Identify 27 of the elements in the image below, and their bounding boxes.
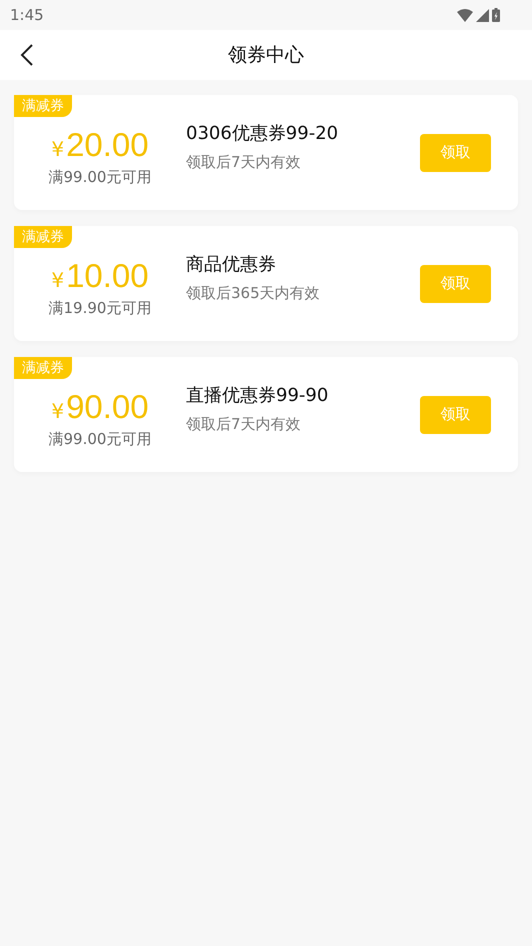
coupon-condition: 满99.00元可用	[48, 168, 152, 187]
battery-icon	[492, 8, 500, 22]
wifi-icon	[457, 8, 473, 22]
currency-symbol: ¥	[51, 268, 64, 292]
coupon-name: 直播优惠券99-90	[186, 384, 330, 407]
coupon-condition: 满19.90元可用	[48, 299, 152, 318]
signal-icon	[476, 8, 489, 22]
coupon-condition: 满99.00元可用	[48, 430, 152, 449]
coupon-tag: 满减券	[14, 226, 72, 248]
claim-button[interactable]: 领取	[420, 396, 491, 434]
coupon-validity: 领取后7天内有效	[186, 415, 302, 434]
coupon-amount: 90.00	[66, 388, 149, 426]
claim-button[interactable]: 领取	[420, 264, 491, 302]
page-title: 领券中心	[228, 43, 304, 68]
coupon-amount: 20.00	[66, 126, 149, 164]
coupon-amount: 10.00	[66, 257, 149, 295]
coupon-tag: 满减券	[14, 357, 72, 379]
currency-symbol: ¥	[51, 399, 64, 423]
coupon-validity: 领取后7天内有效	[186, 153, 302, 172]
claim-button[interactable]: 领取	[420, 134, 491, 172]
currency-symbol: ¥	[51, 137, 64, 161]
coupon-tag: 满减券	[14, 95, 72, 117]
back-icon	[20, 43, 34, 67]
coupon-validity: 领取后365天内有效	[186, 284, 321, 303]
coupon-name: 商品优惠券	[186, 253, 277, 276]
status-time: 1:45	[10, 6, 44, 24]
coupon-name: 0306优惠券99-20	[186, 122, 340, 145]
